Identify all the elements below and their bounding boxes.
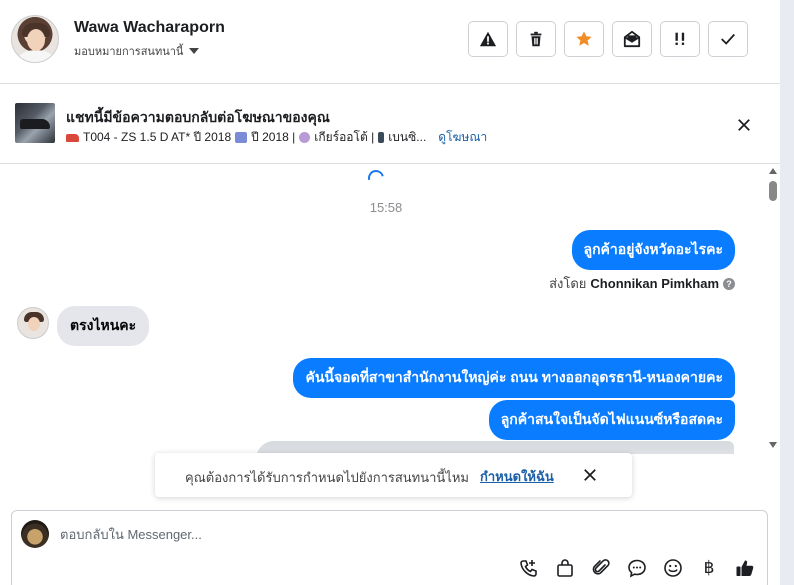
contact-name[interactable]: Wawa Wacharaporn <box>74 19 225 37</box>
sent-by-agent: Chonnikan Pimkham <box>590 276 719 291</box>
outgoing-message[interactable]: คันนี้จอดที่สาขาสำนักงานใหญ่ค่ะ ถนน ทางอ… <box>293 358 735 398</box>
assign-label: มอบหมายการสนทนานี้ <box>74 46 184 58</box>
reply-composer: ฿ <box>11 510 768 585</box>
saved-replies-button[interactable] <box>626 557 648 579</box>
attach-file-button[interactable] <box>590 557 612 579</box>
delete-button[interactable] <box>516 21 556 57</box>
reply-input[interactable] <box>60 525 660 543</box>
message-thread[interactable]: 15:58 ลูกค้าอยู่จังหวัดอะไรคะ ส่งโดย Cho… <box>0 164 780 454</box>
conversation-header: Wawa Wacharaporn มอบหมายการสนทนานี้ <box>0 0 780 84</box>
ad-transmission: เกียร์ออโต้ | <box>314 130 375 144</box>
ad-reply-banner: แชทนี้มีข้อความตอบกลับต่อโฆษณาของคุณ T00… <box>0 84 780 164</box>
conversation-actions <box>468 21 748 57</box>
truck-icon <box>66 133 79 142</box>
warning-icon <box>479 31 497 47</box>
gear-icon <box>299 132 311 143</box>
phone-add-button[interactable] <box>518 557 540 579</box>
payment-button[interactable]: ฿ <box>698 557 720 579</box>
thumbs-up-icon <box>736 560 754 576</box>
contact-avatar-small[interactable] <box>17 307 49 339</box>
outgoing-message[interactable]: ลูกค้าสนใจเป็นจัดไฟแนนซ์หรือสดคะ <box>488 400 735 440</box>
double-exclamation-icon <box>675 32 685 45</box>
loading-spinner-icon <box>365 167 387 189</box>
emoji-button[interactable] <box>662 557 684 579</box>
inbox-conversation-panel: Wawa Wacharaporn มอบหมายการสนทนานี้ แชทน… <box>0 0 780 585</box>
ad-banner-title: แชทนี้มีข้อความตอบกลับต่อโฆษณาของคุณ <box>66 109 330 125</box>
paperclip-icon <box>592 559 610 575</box>
shop-button[interactable] <box>554 557 576 579</box>
ad-fuel: เบนซิ... <box>388 130 427 144</box>
shopping-bag-icon <box>557 559 573 577</box>
scroll-down-arrow-icon[interactable] <box>769 442 777 448</box>
incoming-message[interactable]: ตรงไหนคะ <box>57 306 150 346</box>
message-timestamp: 15:58 <box>369 200 403 215</box>
like-button[interactable] <box>734 557 756 579</box>
mark-done-button[interactable] <box>708 21 748 57</box>
caret-down-icon <box>189 48 200 54</box>
view-ad-link[interactable]: ดูโฆษณา <box>438 128 487 147</box>
scrollbar-thumb[interactable] <box>769 181 777 201</box>
scroll-up-arrow-icon[interactable] <box>769 168 777 174</box>
assign-prompt-toast: คุณต้องการได้รับการกำหนดไปยังการสนทนานี้… <box>155 453 632 497</box>
star-button[interactable] <box>564 21 604 57</box>
composer-toolbar: ฿ <box>518 557 756 579</box>
mark-unread-button[interactable] <box>612 21 652 57</box>
checkmark-icon <box>721 33 735 45</box>
page-avatar <box>21 520 49 548</box>
calendar-icon <box>235 132 248 143</box>
close-icon <box>584 469 596 481</box>
assign-prompt-text: คุณต้องการได้รับการกำหนดไปยังการสนทนานี้… <box>185 470 469 485</box>
ad-thumbnail[interactable] <box>15 103 55 143</box>
sent-by-label: ส่งโดย Chonnikan Pimkham ? <box>549 273 735 294</box>
close-icon <box>738 119 750 131</box>
spam-warning-button[interactable] <box>468 21 508 57</box>
window-edge <box>780 0 794 585</box>
ad-year: ปี 2018 | <box>251 130 296 144</box>
ad-model: T004 - ZS 1.5 D AT* ปี 2018 <box>83 130 232 144</box>
assign-to-me-link[interactable]: กำหนดให้ฉัน <box>480 466 554 487</box>
phone-add-icon <box>520 560 537 577</box>
baht-icon: ฿ <box>703 558 715 578</box>
close-toast-button[interactable] <box>581 466 599 484</box>
star-icon <box>576 31 592 46</box>
sent-by-prefix: ส่งโดย <box>549 276 587 291</box>
ad-meta: T004 - ZS 1.5 D AT* ปี 2018 ปี 2018 | เก… <box>66 128 487 147</box>
follow-up-button[interactable] <box>660 21 700 57</box>
close-ad-banner-button[interactable] <box>734 115 754 135</box>
thread-scrollbar[interactable] <box>766 164 780 456</box>
fuel-pump-icon <box>378 132 385 143</box>
trash-icon <box>530 31 542 47</box>
outgoing-message[interactable]: ลูกค้าอยู่จังหวัดอะไรคะ <box>571 230 735 270</box>
assign-dropdown[interactable]: มอบหมายการสนทนานี้ <box>74 42 200 60</box>
chat-bubble-icon <box>628 559 646 578</box>
emoji-icon <box>664 559 682 577</box>
help-icon[interactable]: ? <box>723 277 735 290</box>
envelope-open-icon <box>623 30 641 48</box>
contact-avatar[interactable] <box>11 15 59 63</box>
